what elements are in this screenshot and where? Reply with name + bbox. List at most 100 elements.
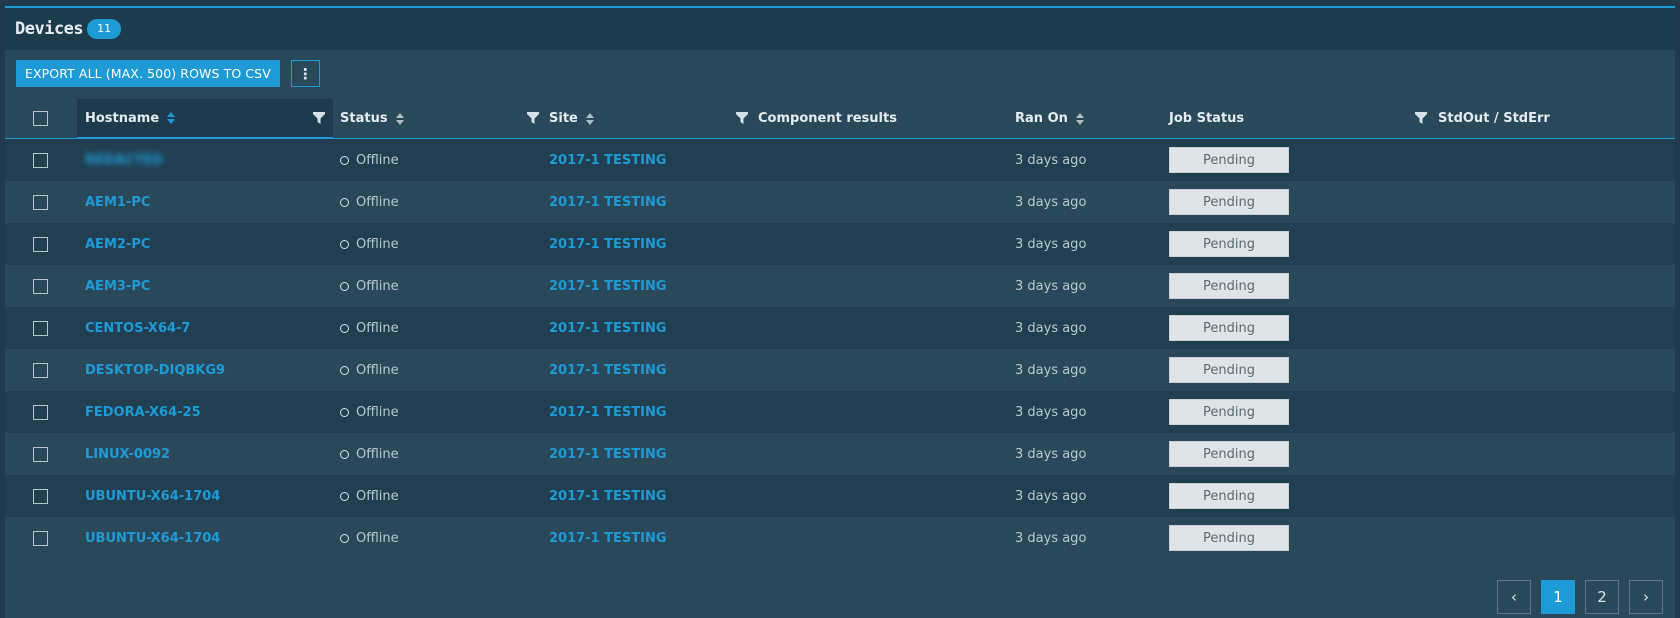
status-text: Offline	[356, 530, 399, 546]
status-cell: Offline	[340, 195, 399, 210]
ran-on-text: 3 days ago	[1015, 236, 1087, 252]
status-text: Offline	[356, 488, 399, 504]
status-cell: Offline	[340, 321, 399, 336]
status-text: Offline	[356, 278, 399, 294]
hostname-link[interactable]: UBUNTU-X64-1704	[85, 489, 220, 504]
row-checkbox[interactable]	[33, 446, 48, 462]
ran-on-text: 3 days ago	[1015, 404, 1087, 420]
column-site-label: Site	[549, 111, 578, 126]
select-all-checkbox[interactable]	[33, 111, 48, 126]
row-checkbox[interactable]	[33, 362, 48, 378]
page-1-button[interactable]: 1	[1541, 580, 1575, 614]
site-link[interactable]: 2017-1 TESTING	[549, 321, 667, 336]
hostname-link[interactable]: AEM3-PC	[85, 279, 150, 294]
job-status-badge: Pending	[1169, 357, 1289, 383]
offline-circle-icon	[340, 239, 349, 249]
row-checkbox[interactable]	[33, 194, 48, 210]
device-count-badge: 11	[87, 19, 122, 39]
ran-on-text: 3 days ago	[1015, 530, 1087, 546]
sort-icon[interactable]	[585, 112, 594, 125]
hostname-link[interactable]: REDACTED	[85, 153, 163, 168]
filter-icon[interactable]	[527, 112, 539, 124]
status-text: Offline	[356, 152, 399, 168]
status-text: Offline	[356, 446, 399, 462]
column-ran-on[interactable]: Ran On	[1015, 99, 1084, 138]
column-hostname[interactable]: Hostname	[77, 99, 333, 138]
row-checkbox[interactable]	[33, 236, 48, 252]
sort-icon[interactable]	[1075, 112, 1084, 125]
site-link[interactable]: 2017-1 TESTING	[549, 447, 667, 462]
job-status-badge: Pending	[1169, 189, 1289, 215]
table-row[interactable]: DESKTOP-DIQBKG9 Offline 2017-1 TESTING 3…	[5, 349, 1675, 391]
sort-icon[interactable]	[395, 112, 404, 125]
filter-icon[interactable]	[736, 112, 748, 124]
row-checkbox[interactable]	[33, 152, 48, 168]
offline-circle-icon	[340, 365, 349, 375]
column-status[interactable]: Status	[340, 99, 540, 138]
table-row[interactable]: REDACTED Offline 2017-1 TESTING 3 days a…	[5, 139, 1675, 181]
site-link[interactable]: 2017-1 TESTING	[549, 279, 667, 294]
job-status-badge: Pending	[1169, 399, 1289, 425]
table-row[interactable]: FEDORA-X64-25 Offline 2017-1 TESTING 3 d…	[5, 391, 1675, 433]
status-text: Offline	[356, 320, 399, 336]
site-link[interactable]: 2017-1 TESTING	[549, 237, 667, 252]
status-cell: Offline	[340, 237, 399, 252]
hostname-link[interactable]: UBUNTU-X64-1704	[85, 531, 220, 546]
ran-on-text: 3 days ago	[1015, 446, 1087, 462]
offline-circle-icon	[340, 533, 349, 543]
site-link[interactable]: 2017-1 TESTING	[549, 363, 667, 378]
ran-on-text: 3 days ago	[1015, 278, 1087, 294]
hostname-link[interactable]: DESKTOP-DIQBKG9	[85, 363, 225, 378]
site-link[interactable]: 2017-1 TESTING	[549, 153, 667, 168]
row-checkbox[interactable]	[33, 278, 48, 294]
hostname-link[interactable]: LINUX-0092	[85, 447, 170, 462]
table-row[interactable]: AEM3-PC Offline 2017-1 TESTING 3 days ag…	[5, 265, 1675, 307]
row-checkbox[interactable]	[33, 404, 48, 420]
next-page-button[interactable]: ›	[1629, 580, 1663, 614]
ran-on-text: 3 days ago	[1015, 488, 1087, 504]
filter-icon[interactable]	[313, 112, 325, 124]
row-checkbox[interactable]	[33, 320, 48, 336]
table-row[interactable]: UBUNTU-X64-1704 Offline 2017-1 TESTING 3…	[5, 517, 1675, 559]
ran-on-text: 3 days ago	[1015, 194, 1087, 210]
more-options-button[interactable]: ⋮	[290, 60, 320, 87]
filter-icon[interactable]	[1415, 112, 1427, 124]
page-number: 1	[1553, 588, 1563, 606]
row-checkbox[interactable]	[33, 488, 48, 504]
sort-icon[interactable]	[167, 112, 176, 124]
column-job-status[interactable]: Job Status	[1169, 99, 1429, 138]
site-link[interactable]: 2017-1 TESTING	[549, 405, 667, 420]
column-site[interactable]: Site	[549, 99, 749, 138]
hostname-link[interactable]: AEM1-PC	[85, 195, 150, 210]
hostname-link[interactable]: AEM2-PC	[85, 237, 150, 252]
status-text: Offline	[356, 236, 399, 252]
vertical-dots-icon: ⋮	[297, 64, 313, 83]
table-row[interactable]: CENTOS-X64-7 Offline 2017-1 TESTING 3 da…	[5, 307, 1675, 349]
table-row[interactable]: UBUNTU-X64-1704 Offline 2017-1 TESTING 3…	[5, 475, 1675, 517]
ran-on-text: 3 days ago	[1015, 320, 1087, 336]
export-csv-button[interactable]: EXPORT ALL (MAX. 500) ROWS TO CSV	[16, 60, 280, 87]
site-link[interactable]: 2017-1 TESTING	[549, 531, 667, 546]
ran-on-text: 3 days ago	[1015, 152, 1087, 168]
table-row[interactable]: LINUX-0092 Offline 2017-1 TESTING 3 days…	[5, 433, 1675, 475]
table-header: Hostname Status Site Component results R…	[5, 99, 1675, 139]
site-link[interactable]: 2017-1 TESTING	[549, 489, 667, 504]
offline-circle-icon	[340, 449, 349, 459]
table-row[interactable]: AEM1-PC Offline 2017-1 TESTING 3 days ag…	[5, 181, 1675, 223]
status-cell: Offline	[340, 405, 399, 420]
table-row[interactable]: AEM2-PC Offline 2017-1 TESTING 3 days ag…	[5, 223, 1675, 265]
row-checkbox[interactable]	[33, 530, 48, 546]
chevron-right-icon: ›	[1643, 588, 1649, 606]
chevron-left-icon: ‹	[1511, 588, 1517, 606]
hostname-link[interactable]: FEDORA-X64-25	[85, 405, 201, 420]
page-2-button[interactable]: 2	[1585, 580, 1619, 614]
site-link[interactable]: 2017-1 TESTING	[549, 195, 667, 210]
column-component-results-label: Component results	[758, 111, 897, 126]
select-all-cell	[33, 99, 48, 138]
status-text: Offline	[356, 194, 399, 210]
toolbar: EXPORT ALL (MAX. 500) ROWS TO CSV ⋮	[5, 50, 1675, 97]
hostname-link[interactable]: CENTOS-X64-7	[85, 321, 190, 336]
job-status-badge: Pending	[1169, 441, 1289, 467]
offline-circle-icon	[340, 323, 349, 333]
prev-page-button[interactable]: ‹	[1497, 580, 1531, 614]
